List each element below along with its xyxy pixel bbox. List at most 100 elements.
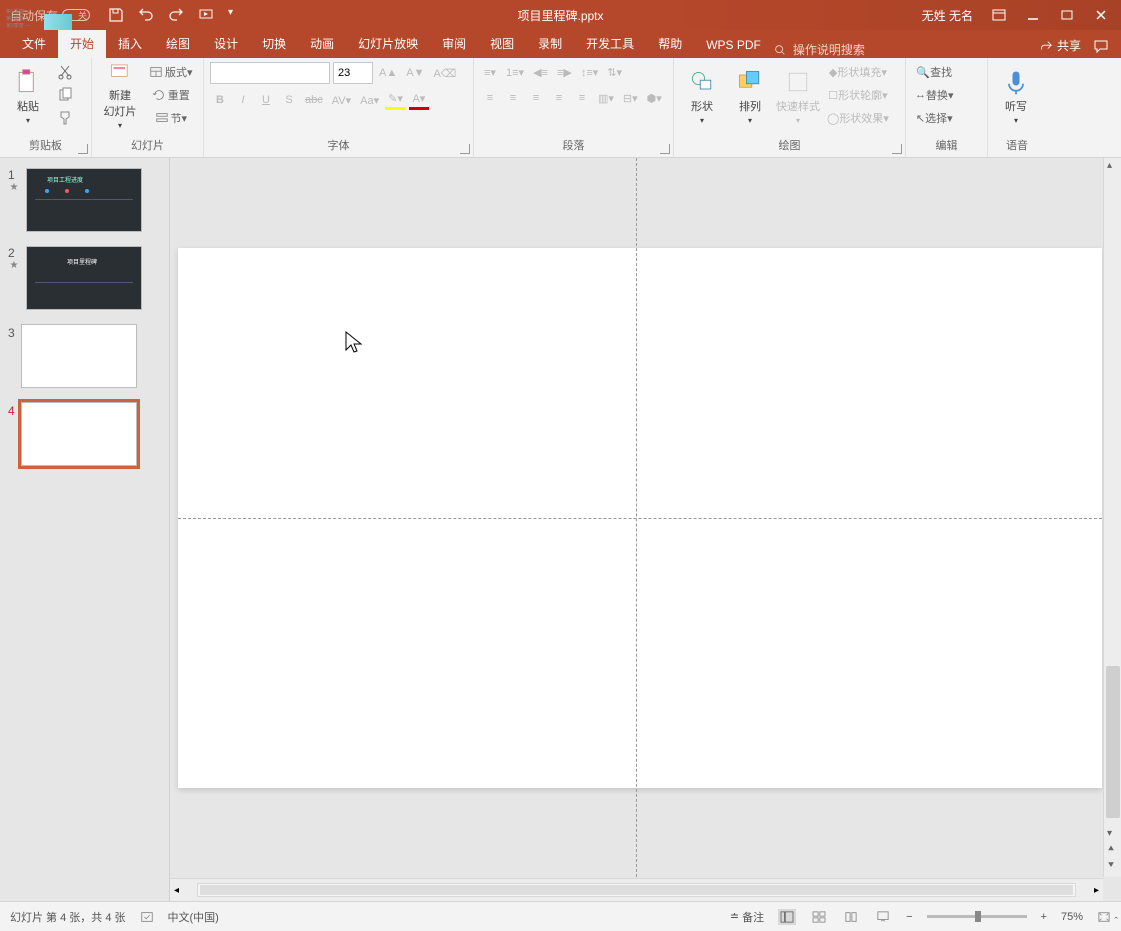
tab-draw[interactable]: 绘图 xyxy=(154,29,202,58)
quick-styles-button[interactable]: 快速样式▾ xyxy=(776,62,820,130)
next-slide-icon[interactable]: ⯆ xyxy=(1107,860,1115,871)
scroll-up-icon[interactable]: ▴ xyxy=(1107,160,1112,171)
tab-design[interactable]: 设计 xyxy=(202,29,250,58)
slideshow-view-icon[interactable] xyxy=(874,909,892,925)
tab-help[interactable]: 帮助 xyxy=(646,29,694,58)
slide-thumbnail-4[interactable] xyxy=(21,402,137,466)
underline-button[interactable]: U xyxy=(256,90,276,110)
columns-icon[interactable]: ▥▾ xyxy=(595,88,617,108)
shape-effects-button[interactable]: ◯ 形状效果 ▾ xyxy=(824,108,892,128)
tab-view[interactable]: 视图 xyxy=(478,29,526,58)
slide-thumbnail-2[interactable]: 项目里程碑 xyxy=(26,246,142,310)
language-indicator[interactable]: 中文(中国) xyxy=(168,909,219,925)
increase-indent-icon[interactable]: ≡▶ xyxy=(554,62,575,82)
hscroll-thumb[interactable] xyxy=(200,885,1073,895)
scroll-left-icon[interactable]: ◂ xyxy=(174,885,179,896)
slideshow-from-start-icon[interactable] xyxy=(198,7,214,23)
notes-button[interactable]: ≐ 备注 xyxy=(730,909,764,925)
justify-icon[interactable]: ≡ xyxy=(549,88,569,108)
share-button[interactable]: 共享 xyxy=(1039,37,1081,54)
shadow-button[interactable]: S xyxy=(279,90,299,110)
maximize-icon[interactable] xyxy=(1059,7,1075,23)
slide-editor[interactable]: ▴ ▾ ⯅ ⯆ ◂ ▸ xyxy=(170,158,1121,901)
section-button[interactable]: 节 ▾ xyxy=(146,108,196,128)
tab-home[interactable]: 开始 xyxy=(58,29,106,58)
layout-button[interactable]: 版式 ▾ xyxy=(146,62,196,82)
find-button[interactable]: 🔍 查找 xyxy=(912,62,957,82)
tab-wps-pdf[interactable]: WPS PDF xyxy=(694,32,773,58)
tab-insert[interactable]: 插入 xyxy=(106,29,154,58)
replace-button[interactable]: ↔ 替换 ▾ xyxy=(912,85,957,105)
vscroll-thumb[interactable] xyxy=(1106,666,1120,818)
drawing-launcher[interactable] xyxy=(892,144,902,154)
character-spacing-icon[interactable]: AV▾ xyxy=(329,90,354,110)
increase-font-icon[interactable]: A▲ xyxy=(376,63,400,83)
tab-slideshow[interactable]: 幻灯片放映 xyxy=(346,29,430,58)
bold-button[interactable]: B xyxy=(210,90,230,110)
tab-file[interactable]: 文件 xyxy=(10,29,58,58)
clear-formatting-icon[interactable]: A⌫ xyxy=(430,63,459,83)
numbering-icon[interactable]: 1≡▾ xyxy=(503,62,527,82)
smartart-icon[interactable]: ⬢▾ xyxy=(644,88,665,108)
strikethrough-button[interactable]: abc xyxy=(302,90,326,110)
decrease-indent-icon[interactable]: ◀≡ xyxy=(530,62,551,82)
align-text-icon[interactable]: ⊟▾ xyxy=(620,88,641,108)
bullets-icon[interactable]: ≡▾ xyxy=(480,62,500,82)
scroll-down-icon[interactable]: ▾ xyxy=(1107,828,1112,839)
slide-thumbnail-1[interactable]: 项目工程进度 xyxy=(26,168,142,232)
save-icon[interactable] xyxy=(108,7,124,23)
reading-view-icon[interactable] xyxy=(842,909,860,925)
font-color-icon[interactable]: A▾ xyxy=(409,90,429,110)
collapse-ribbon-icon[interactable]: ˆ xyxy=(1114,916,1118,928)
slide-thumbnail-3[interactable]: 第1季度 —第2季度 —第3季度 — xyxy=(21,324,137,388)
horizontal-scrollbar[interactable]: ◂ ▸ xyxy=(170,878,1103,901)
normal-view-icon[interactable] xyxy=(778,909,796,925)
decrease-font-icon[interactable]: A▼ xyxy=(403,63,427,83)
tab-animations[interactable]: 动画 xyxy=(298,29,346,58)
slide-counter[interactable]: 幻灯片 第 4 张，共 4 张 xyxy=(10,909,126,925)
italic-button[interactable]: I xyxy=(233,90,253,110)
shape-outline-button[interactable]: ☐ 形状轮廓 ▾ xyxy=(824,85,892,105)
paste-button[interactable]: 粘贴 ▾ xyxy=(6,62,50,130)
comments-icon[interactable] xyxy=(1093,38,1109,54)
font-size-input[interactable] xyxy=(333,62,373,84)
undo-icon[interactable] xyxy=(138,7,154,23)
reset-button[interactable]: 重置 xyxy=(146,85,196,105)
zoom-out-button[interactable]: − xyxy=(906,911,912,923)
horizontal-guide[interactable] xyxy=(178,518,1102,519)
slide-sorter-view-icon[interactable] xyxy=(810,909,828,925)
qat-more-icon[interactable]: ▾ xyxy=(228,7,244,23)
ribbon-display-options-icon[interactable] xyxy=(991,7,1007,23)
minimize-icon[interactable] xyxy=(1025,7,1041,23)
fit-to-window-icon[interactable] xyxy=(1097,911,1111,923)
cut-icon[interactable] xyxy=(54,62,76,82)
tab-transitions[interactable]: 切换 xyxy=(250,29,298,58)
font-launcher[interactable] xyxy=(460,144,470,154)
font-family-input[interactable] xyxy=(210,62,330,84)
tab-developer[interactable]: 开发工具 xyxy=(574,29,646,58)
redo-icon[interactable] xyxy=(168,7,184,23)
arrange-button[interactable]: 排列▾ xyxy=(728,62,772,130)
tab-review[interactable]: 审阅 xyxy=(430,29,478,58)
select-button[interactable]: ↖ 选择 ▾ xyxy=(912,108,957,128)
zoom-level[interactable]: 75% xyxy=(1061,911,1083,923)
new-slide-button[interactable]: 新建 幻灯片 ▾ xyxy=(98,62,142,130)
tell-me-search[interactable]: 操作说明搜索 xyxy=(773,41,865,58)
prev-slide-icon[interactable]: ⯅ xyxy=(1107,844,1115,855)
spellcheck-icon[interactable] xyxy=(140,910,154,924)
clipboard-launcher[interactable] xyxy=(78,144,88,154)
copy-icon[interactable] xyxy=(54,85,76,105)
font-highlight-icon[interactable]: ✎▾ xyxy=(385,90,406,110)
shapes-button[interactable]: 形状▾ xyxy=(680,62,724,130)
format-painter-icon[interactable] xyxy=(54,108,76,128)
tab-record[interactable]: 录制 xyxy=(526,29,574,58)
scroll-right-icon[interactable]: ▸ xyxy=(1094,885,1099,896)
dictate-button[interactable]: 听写▾ xyxy=(994,62,1038,130)
user-name[interactable]: 无姓 无名 xyxy=(922,7,973,24)
align-left-icon[interactable]: ≡ xyxy=(480,88,500,108)
shape-fill-button[interactable]: ◆ 形状填充 ▾ xyxy=(824,62,892,82)
align-center-icon[interactable]: ≡ xyxy=(503,88,523,108)
paragraph-launcher[interactable] xyxy=(660,144,670,154)
zoom-slider[interactable] xyxy=(927,915,1027,918)
change-case-icon[interactable]: Aa▾ xyxy=(357,90,382,110)
